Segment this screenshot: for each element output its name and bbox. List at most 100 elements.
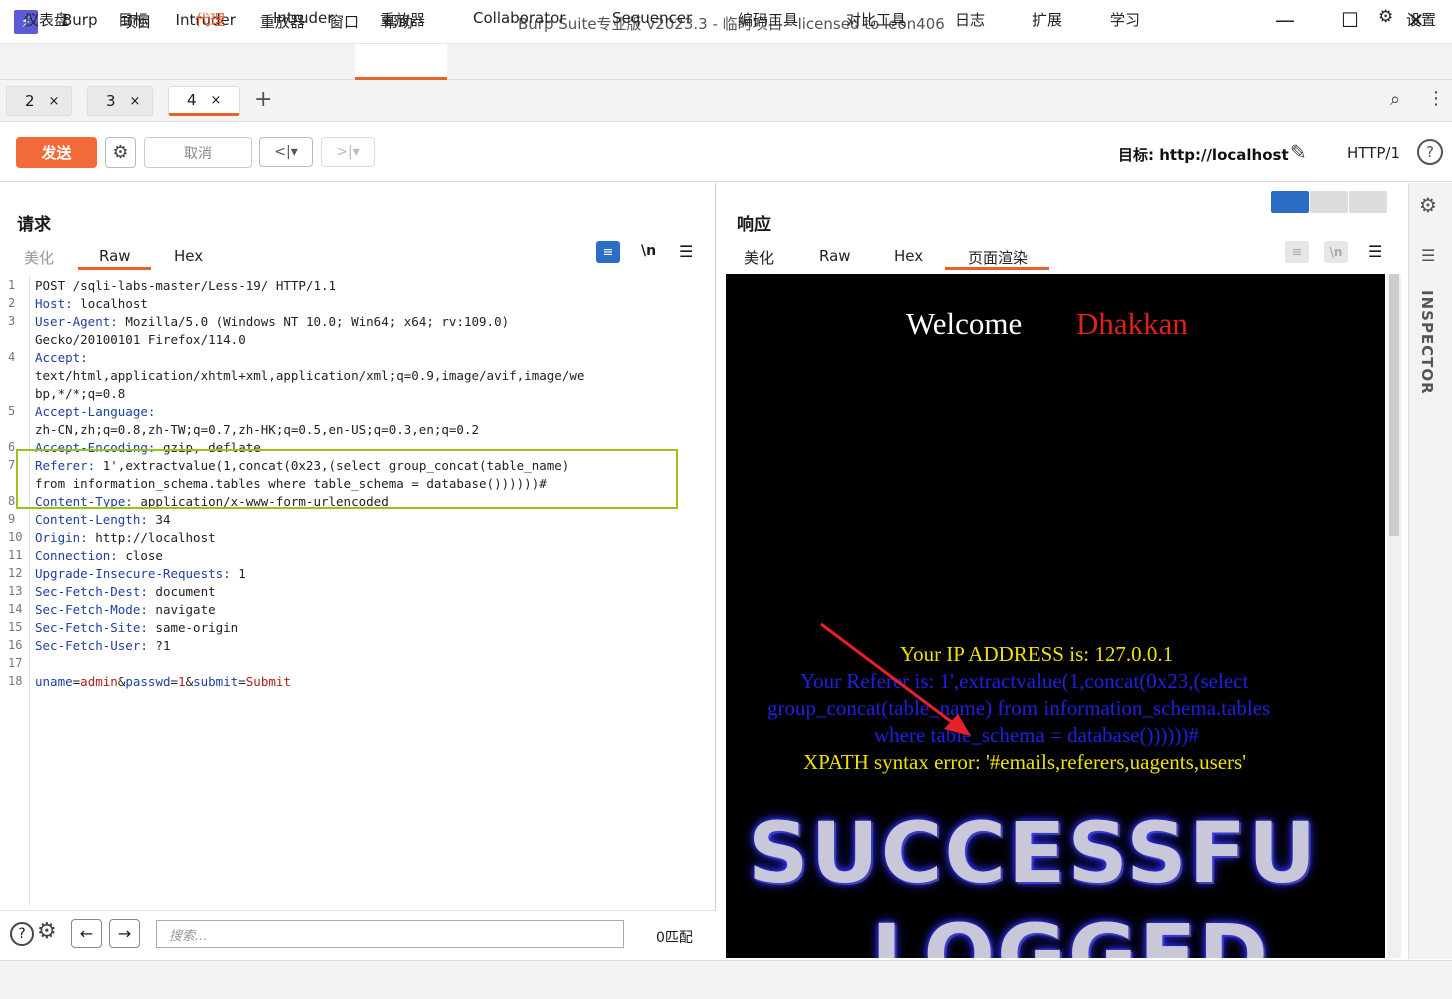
maximize-icon[interactable]: ☐ xyxy=(1335,8,1365,32)
send-button[interactable]: 发送 xyxy=(16,137,97,168)
request-tab-raw[interactable]: Raw xyxy=(99,247,131,265)
search-next-arrow-icon[interactable]: → xyxy=(109,919,140,948)
tab-label: 3 xyxy=(106,92,116,110)
layout-top-bottom-icon[interactable] xyxy=(1310,191,1348,213)
nav-sequencer[interactable]: Sequencer xyxy=(612,9,692,27)
line-number: 18 xyxy=(8,674,23,688)
payload-highlight-box xyxy=(16,449,678,509)
request-tab-hex[interactable]: Hex xyxy=(174,247,203,265)
response-menu-icon[interactable]: ☰ xyxy=(1368,242,1382,261)
code-line: zh-CN,zh;q=0.8,zh-TW;q=0.7,zh-HK;q=0.5,e… xyxy=(35,422,480,437)
header-name: Host: xyxy=(35,296,73,311)
response-newlines-toggle[interactable]: \n xyxy=(1324,241,1348,263)
word-wrap-icon[interactable]: ≡ xyxy=(596,241,620,263)
match-count: 0匹配 xyxy=(656,930,693,946)
nav-settings[interactable]: 设置 xyxy=(1406,9,1436,30)
show-newlines-toggle[interactable]: \n xyxy=(641,243,656,259)
request-editor[interactable]: 1 2 3 4 5 6 7 8 9 10 11 12 13 14 15 16 17 18 POST /sqli-l… xyxy=(0,276,716,906)
welcome-name: Dhakkan xyxy=(1076,306,1188,341)
close-tab-icon[interactable]: × xyxy=(130,94,141,109)
nav-comparer[interactable]: 对比工具 xyxy=(846,9,906,30)
search-icon[interactable]: ⌕ xyxy=(1390,89,1400,110)
line-number: 13 xyxy=(8,584,23,598)
param-equals: = xyxy=(238,674,246,689)
more-options-icon[interactable]: ⋮ xyxy=(1427,88,1445,109)
http-version-toggle[interactable]: HTTP/1 xyxy=(1347,144,1400,162)
nav-collaborator[interactable]: Collaborator xyxy=(473,9,565,27)
line-number: 9 xyxy=(8,512,16,526)
response-tab-render[interactable]: 页面渲染 xyxy=(968,247,1028,268)
code-line: Sec-Fetch-User: ?1 xyxy=(35,638,170,653)
target-label: 目标: http://localhost xyxy=(1118,146,1289,164)
nav-proxy[interactable]: 代理 xyxy=(195,9,225,30)
nav-logger[interactable]: 日志 xyxy=(955,9,985,30)
nav-extensions[interactable]: 扩展 xyxy=(1032,9,1062,30)
add-tab-icon[interactable]: + xyxy=(254,87,272,112)
request-menu-icon[interactable]: ☰ xyxy=(679,242,693,261)
header-name: Content-Length: xyxy=(35,512,148,527)
line-number: 14 xyxy=(8,602,23,616)
response-title: 响应 xyxy=(737,215,771,235)
layout-side-by-side-icon[interactable] xyxy=(1271,191,1309,213)
search-help-icon[interactable]: ? xyxy=(10,922,34,946)
header-value: 34 xyxy=(147,512,171,527)
code-line: Gecko/20100101 Firefox/114.0 xyxy=(35,332,246,347)
header-name: Sec-Fetch-User: xyxy=(35,638,148,653)
render-scrollbar-thumb[interactable] xyxy=(1389,274,1399,536)
response-tab-hex[interactable]: Hex xyxy=(894,247,923,265)
line-number: 15 xyxy=(8,620,23,634)
search-previous-arrow-icon[interactable]: ← xyxy=(71,919,102,948)
line-number: 5 xyxy=(8,404,16,418)
logged-banner: LOGGED xyxy=(871,906,1270,958)
line-number: 11 xyxy=(8,548,23,562)
repeater-tab-4[interactable]: 4 × xyxy=(168,86,240,116)
search-input[interactable]: 搜索... xyxy=(156,920,624,948)
close-tab-icon[interactable]: × xyxy=(49,94,60,109)
code-line: Connection: close xyxy=(35,548,163,563)
nav-dashboard[interactable]: 仪表盘 xyxy=(24,9,69,30)
xpath-error-line: XPATH syntax error: '#emails,referers,ua… xyxy=(803,750,1247,774)
history-back-button[interactable]: <|▾ xyxy=(259,137,313,167)
param-name: passwd xyxy=(125,674,171,689)
nav-intruder[interactable]: Intruder xyxy=(273,9,333,27)
code-line: uname=admin&passwd=1&submit=Submit xyxy=(35,674,291,689)
line-number-gutter: 1 2 3 4 5 6 7 8 9 10 11 12 13 14 15 16 17 18 xyxy=(0,276,30,906)
repeater-tab-2[interactable]: 2 × xyxy=(6,86,72,116)
history-forward-button[interactable]: >|▾ xyxy=(321,137,375,167)
red-arrow-annotation xyxy=(820,622,971,736)
line-number: 7 xyxy=(8,458,16,472)
cancel-button[interactable]: 取消 xyxy=(144,137,252,168)
edit-pencil-icon[interactable]: ✎ xyxy=(1290,140,1307,164)
line-number: 2 xyxy=(8,296,16,310)
header-name: Sec-Fetch-Mode: xyxy=(35,602,148,617)
param-name: uname xyxy=(35,674,73,689)
header-name: Upgrade-Insecure-Requests: xyxy=(35,566,231,581)
tab-label: 2 xyxy=(25,92,35,110)
header-value: http://localhost xyxy=(87,530,216,545)
response-tab-raw[interactable]: Raw xyxy=(819,247,851,265)
nav-learn[interactable]: 学习 xyxy=(1110,9,1140,30)
nav-repeater[interactable]: 重放器 xyxy=(380,9,425,30)
repeater-tab-3[interactable]: 3 × xyxy=(87,86,153,116)
search-settings-gear-icon[interactable]: ⚙ xyxy=(37,919,57,944)
nav-decoder[interactable]: 编码工具 xyxy=(738,9,798,30)
minimize-icon[interactable]: — xyxy=(1270,8,1300,32)
layout-tabs-icon[interactable] xyxy=(1349,191,1387,213)
request-tab-pretty[interactable]: 美化 xyxy=(24,247,54,268)
inspector-tab[interactable]: INSPECTOR xyxy=(1418,290,1436,395)
param-equals: = xyxy=(170,674,179,689)
nav-target[interactable]: 目标 xyxy=(118,9,148,30)
send-options-gear-icon[interactable]: ⚙ xyxy=(105,137,136,168)
response-tab-pretty[interactable]: 美化 xyxy=(744,247,774,268)
response-tab-active-indicator xyxy=(945,267,1049,270)
header-name: Accept-Language: xyxy=(35,404,156,419)
inspector-settings-gear-icon[interactable]: ⚙ xyxy=(1419,193,1437,217)
settings-gear-icon[interactable]: ⚙ xyxy=(1378,7,1393,27)
inspector-menu-icon[interactable]: ☰ xyxy=(1421,246,1435,265)
close-tab-icon[interactable]: × xyxy=(211,93,222,108)
help-icon[interactable]: ? xyxy=(1417,139,1443,165)
response-word-wrap-icon[interactable]: ≡ xyxy=(1285,241,1309,263)
param-value: 1 xyxy=(178,674,186,689)
header-name: Accept: xyxy=(35,350,88,365)
line-number: 1 xyxy=(8,278,16,292)
